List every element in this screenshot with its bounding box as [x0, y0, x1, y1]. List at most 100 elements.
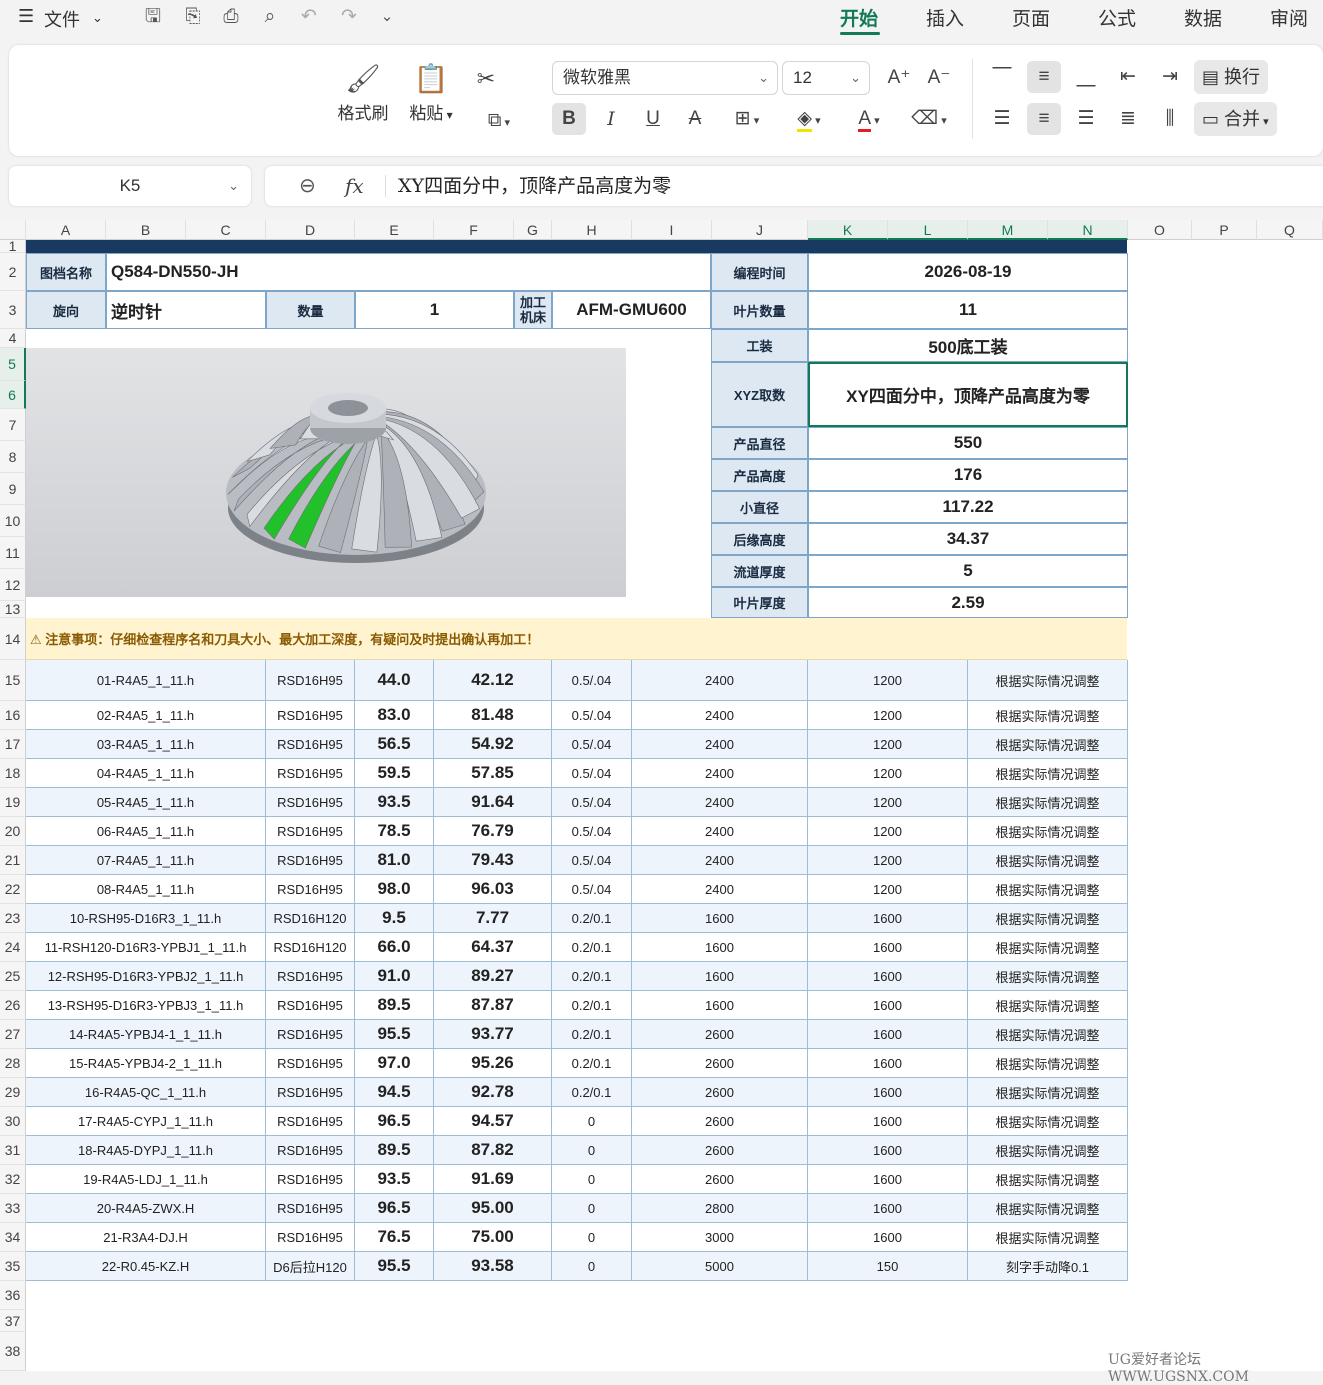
table-cell-tool-length[interactable]: 93.5 [355, 1165, 434, 1194]
table-cell-holder[interactable]: RSD16H95 [266, 660, 355, 701]
table-cell-remark[interactable]: 根据实际情况调整 [968, 962, 1128, 991]
row-header-28[interactable]: 28 [0, 1049, 26, 1078]
table-cell-spindle-speed[interactable]: 1600 [632, 904, 808, 933]
table-cell-feed[interactable]: 1200 [808, 846, 968, 875]
table-cell-tool-length[interactable]: 89.5 [355, 991, 434, 1020]
column-header-f[interactable]: F [434, 220, 514, 240]
file-chevron-down-icon[interactable]: ⌄ [92, 10, 103, 26]
align-middle-icon[interactable]: ≡ [1027, 61, 1061, 93]
zoom-icon[interactable]: ⊖ [299, 166, 316, 206]
row-header-38[interactable]: 38 [0, 1332, 26, 1371]
table-cell-allowance[interactable]: 0 [552, 1165, 632, 1194]
decrease-indent-icon[interactable]: ⇤ [1111, 61, 1145, 93]
table-cell-feed[interactable]: 1200 [808, 817, 968, 846]
table-cell-tool-length[interactable]: 93.5 [355, 788, 434, 817]
column-header-i[interactable]: I [632, 220, 712, 240]
table-cell-holder[interactable]: RSD16H95 [266, 875, 355, 904]
export-icon[interactable]: ⎘ [180, 5, 206, 29]
table-cell-tool-length[interactable]: 95.5 [355, 1020, 434, 1049]
row-header-15[interactable]: 15 [0, 660, 26, 701]
decrease-font-icon[interactable]: A⁻ [922, 62, 956, 94]
row-header-31[interactable]: 31 [0, 1136, 26, 1165]
column-header-d[interactable]: D [266, 220, 355, 240]
spreadsheet-grid[interactable]: ABCDEFGHIJKLMNOPQ 1 2 3 4 5 6 7 8 9 10 11 12 13 14 15 1… [0, 220, 1323, 1371]
info-value[interactable]: 2026-08-19 [808, 253, 1128, 291]
row-header-7[interactable]: 7 [0, 409, 26, 441]
table-cell-spindle-speed[interactable]: 2600 [632, 1078, 808, 1107]
column-header-j[interactable]: J [712, 220, 808, 240]
column-header-e[interactable]: E [355, 220, 434, 240]
table-cell-spindle-speed[interactable]: 3000 [632, 1223, 808, 1252]
column-header-g[interactable]: G [514, 220, 552, 240]
table-cell-holder[interactable]: RSD16H95 [266, 817, 355, 846]
table-cell-feed[interactable]: 1600 [808, 1020, 968, 1049]
table-cell-vt-min-length[interactable]: 81.48 [434, 701, 552, 730]
row-header-3[interactable]: 3 [0, 291, 26, 329]
bold-button[interactable]: B [552, 103, 586, 135]
table-cell-allowance[interactable]: 0.2/0.1 [552, 933, 632, 962]
print-icon[interactable]: ⎙ [218, 5, 244, 29]
format-painter-button[interactable]: 🖌 格式刷 [333, 59, 393, 124]
row-header-24[interactable]: 24 [0, 933, 26, 962]
row-header-34[interactable]: 34 [0, 1223, 26, 1252]
save-icon[interactable]: 🖫 [140, 5, 166, 29]
increase-indent-icon[interactable]: ⇥ [1153, 61, 1187, 93]
font-color-icon[interactable]: A ▾ [844, 103, 894, 135]
table-cell-tool-length[interactable]: 95.5 [355, 1252, 434, 1281]
table-cell-feed[interactable]: 1600 [808, 1107, 968, 1136]
table-cell-program-name[interactable]: 07-R4A5_1_11.h [26, 846, 266, 875]
table-cell-spindle-speed[interactable]: 2400 [632, 759, 808, 788]
table-cell-program-name[interactable]: 15-R4A5-YPBJ4-2_1_11.h [26, 1049, 266, 1078]
merge-button[interactable]: ▭ 合并 ▾ [1194, 102, 1277, 136]
row-header-33[interactable]: 33 [0, 1194, 26, 1223]
table-cell-program-name[interactable]: 16-R4A5-QC_1_11.h [26, 1078, 266, 1107]
distributed-icon[interactable]: ⫼ [1153, 103, 1187, 135]
row-header-14[interactable]: 14 [0, 618, 26, 660]
table-cell-allowance[interactable]: 0.2/0.1 [552, 1078, 632, 1107]
table-cell-holder[interactable]: RSD16H95 [266, 846, 355, 875]
cut-icon[interactable]: ✂ [469, 63, 503, 95]
column-header-m[interactable]: M [968, 220, 1048, 240]
table-cell-allowance[interactable]: 0.5/.04 [552, 875, 632, 904]
table-cell-tool-length[interactable]: 83.0 [355, 701, 434, 730]
file-menu[interactable]: 文件 [44, 6, 80, 32]
info-value[interactable]: 5 [808, 555, 1128, 587]
table-cell-spindle-speed[interactable]: 2600 [632, 1049, 808, 1078]
row-header-22[interactable]: 22 [0, 875, 26, 904]
table-cell-vt-min-length[interactable]: 75.00 [434, 1223, 552, 1252]
table-cell-allowance[interactable]: 0 [552, 1136, 632, 1165]
table-cell-allowance[interactable]: 0.2/0.1 [552, 991, 632, 1020]
table-cell-holder[interactable]: RSD16H95 [266, 1194, 355, 1223]
table-cell-spindle-speed[interactable]: 2600 [632, 1020, 808, 1049]
table-cell-allowance[interactable]: 0 [552, 1107, 632, 1136]
table-cell-tool-length[interactable]: 78.5 [355, 817, 434, 846]
row-header-10[interactable]: 10 [0, 505, 26, 537]
row-header-35[interactable]: 35 [0, 1252, 26, 1281]
column-header-c[interactable]: C [186, 220, 266, 240]
table-cell-program-name[interactable]: 22-R0.45-KZ.H [26, 1252, 266, 1281]
table-cell-feed[interactable]: 1200 [808, 660, 968, 701]
table-cell-vt-min-length[interactable]: 92.78 [434, 1078, 552, 1107]
direction-value[interactable]: 逆时针 [106, 291, 266, 329]
align-center-icon[interactable]: ≡ [1027, 103, 1061, 135]
row-header-20[interactable]: 20 [0, 817, 26, 846]
select-all-corner[interactable] [0, 220, 26, 240]
table-cell-tool-length[interactable]: 91.0 [355, 962, 434, 991]
table-cell-tool-length[interactable]: 96.5 [355, 1194, 434, 1223]
table-cell-program-name[interactable]: 04-R4A5_1_11.h [26, 759, 266, 788]
tab-formula[interactable]: 公式 [1098, 4, 1136, 31]
table-cell-holder[interactable]: RSD16H95 [266, 1165, 355, 1194]
table-cell-program-name[interactable]: 02-R4A5_1_11.h [26, 701, 266, 730]
table-cell-feed[interactable]: 1600 [808, 1165, 968, 1194]
table-cell-spindle-speed[interactable]: 2400 [632, 730, 808, 759]
column-header-a[interactable]: A [26, 220, 106, 240]
info-value[interactable]: 550 [808, 427, 1128, 459]
table-cell-holder[interactable]: RSD16H95 [266, 1020, 355, 1049]
table-cell-allowance[interactable]: 0 [552, 1223, 632, 1252]
menu-icon[interactable]: ☰ [18, 6, 34, 27]
drawing-name-value[interactable]: Q584-DN550-JH [106, 253, 711, 291]
info-value[interactable]: 34.37 [808, 523, 1128, 555]
table-cell-allowance[interactable]: 0.2/0.1 [552, 962, 632, 991]
row-header-1[interactable]: 1 [0, 238, 26, 254]
table-cell-feed[interactable]: 1600 [808, 1194, 968, 1223]
